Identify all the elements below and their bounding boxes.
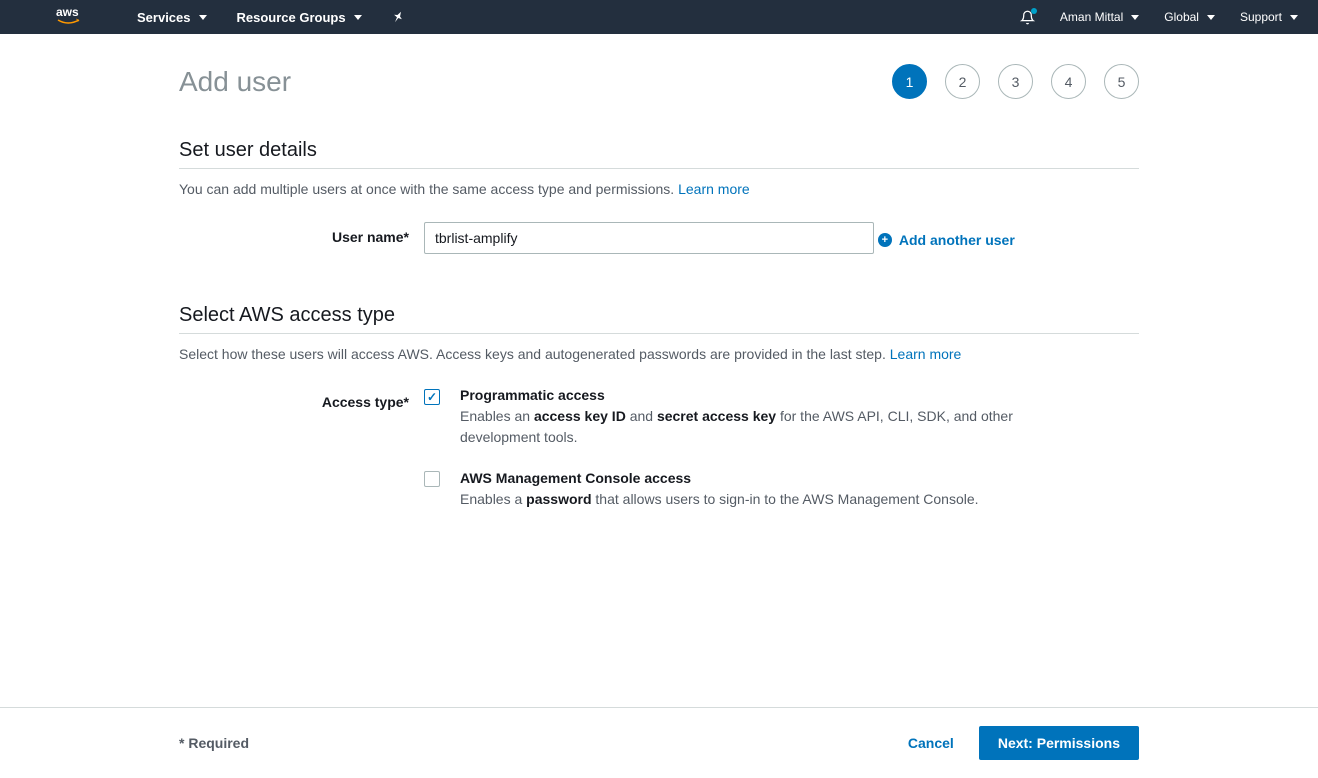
add-another-user-button[interactable]: + Add another user [878, 232, 1015, 248]
svg-text:aws: aws [56, 5, 79, 19]
nav-account-menu[interactable]: Aman Mittal [1060, 10, 1139, 24]
caret-down-icon [354, 15, 362, 20]
notifications-icon[interactable] [1020, 10, 1035, 25]
nav-services[interactable]: Services [137, 10, 207, 25]
cancel-button[interactable]: Cancel [908, 735, 954, 751]
nav-resource-groups[interactable]: Resource Groups [237, 10, 362, 25]
section-desc-text: You can add multiple users at once with … [179, 181, 678, 197]
console-access-checkbox[interactable] [424, 471, 440, 487]
wizard-step-2[interactable]: 2 [945, 64, 980, 99]
caret-down-icon [1290, 15, 1298, 20]
console-access-title: AWS Management Console access [460, 470, 979, 486]
section-set-user-details: Set user details You can add multiple us… [179, 139, 1139, 254]
pin-icon[interactable] [392, 11, 404, 23]
access-type-label: Access type* [179, 387, 424, 410]
console-access-desc: Enables a password that allows users to … [460, 489, 979, 510]
nav-support-label: Support [1240, 10, 1282, 24]
caret-down-icon [1131, 15, 1139, 20]
wizard-step-3[interactable]: 3 [998, 64, 1033, 99]
access-type-console: AWS Management Console access Enables a … [424, 470, 1139, 510]
add-another-user-label: Add another user [899, 232, 1015, 248]
learn-more-link[interactable]: Learn more [890, 346, 962, 362]
section-access-type: Select AWS access type Select how these … [179, 304, 1139, 532]
wizard-step-4[interactable]: 4 [1051, 64, 1086, 99]
caret-down-icon [1207, 15, 1215, 20]
aws-logo[interactable]: aws [55, 5, 97, 29]
wizard-step-5[interactable]: 5 [1104, 64, 1139, 99]
learn-more-link[interactable]: Learn more [678, 181, 750, 197]
programmatic-access-checkbox[interactable] [424, 389, 440, 405]
nav-resource-groups-label: Resource Groups [237, 10, 346, 25]
top-nav: aws Services Resource Groups A [0, 0, 1318, 34]
main-content: Add user 1 2 3 4 5 Set user details You … [0, 34, 1318, 707]
nav-user-label: Aman Mittal [1060, 10, 1123, 24]
user-name-label: User name* [179, 222, 424, 245]
section-desc-text: Select how these users will access AWS. … [179, 346, 890, 362]
nav-support-menu[interactable]: Support [1240, 10, 1298, 24]
user-name-input[interactable] [424, 222, 874, 254]
access-type-programmatic: Programmatic access Enables an access ke… [424, 387, 1139, 448]
plus-circle-icon: + [878, 233, 892, 247]
wizard-footer: * Required Cancel Next: Permissions [0, 707, 1318, 778]
page-title: Add user [179, 66, 291, 98]
section-desc-access-type: Select how these users will access AWS. … [179, 346, 1139, 362]
section-title-access-type: Select AWS access type [179, 304, 1139, 334]
programmatic-access-desc: Enables an access key ID and secret acce… [460, 406, 1020, 448]
wizard-steps: 1 2 3 4 5 [892, 64, 1139, 99]
section-title-user-details: Set user details [179, 139, 1139, 169]
programmatic-access-title: Programmatic access [460, 387, 1020, 403]
nav-region-menu[interactable]: Global [1164, 10, 1215, 24]
nav-region-label: Global [1164, 10, 1199, 24]
section-desc-user-details: You can add multiple users at once with … [179, 181, 1139, 197]
wizard-step-1[interactable]: 1 [892, 64, 927, 99]
caret-down-icon [199, 15, 207, 20]
required-note: * Required [179, 735, 249, 751]
notification-dot-icon [1031, 8, 1037, 14]
nav-services-label: Services [137, 10, 191, 25]
next-permissions-button[interactable]: Next: Permissions [979, 726, 1139, 760]
